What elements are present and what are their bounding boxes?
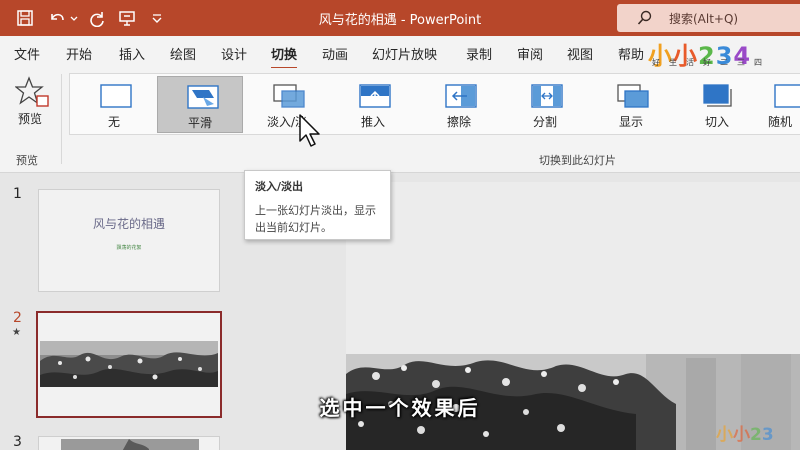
tab-slideshow[interactable]: 幻灯片放映: [372, 44, 437, 63]
tab-transitions[interactable]: 切换: [271, 44, 298, 70]
video-caption: 选中一个效果后: [319, 396, 481, 420]
cut-transition-icon: [703, 84, 732, 107]
transitions-group-label: 切换到此幻灯片: [539, 154, 616, 167]
group-divider: [61, 74, 62, 164]
effect-wipe[interactable]: 擦除: [416, 76, 502, 133]
slide-subtitle: 飘荡的花絮: [116, 245, 142, 251]
slide-3-preview: [61, 439, 199, 450]
star-icon: [15, 76, 49, 107]
random-transition-icon: [774, 84, 800, 108]
search-box[interactable]: 搜索(Alt+Q): [617, 4, 800, 32]
split-transition-icon: [531, 84, 563, 108]
tab-design[interactable]: 设计: [221, 44, 247, 63]
redo-icon[interactable]: [86, 7, 108, 29]
tab-view[interactable]: 视图: [567, 44, 593, 63]
slide-number: 1: [13, 186, 22, 202]
effect-split[interactable]: 分割: [502, 76, 588, 133]
push-transition-icon: [359, 84, 391, 108]
effect-cut[interactable]: 切入: [674, 76, 760, 133]
snow-photo: [40, 341, 218, 387]
tab-file[interactable]: 文件: [14, 44, 40, 63]
tab-record[interactable]: 录制: [466, 44, 492, 63]
fade-transition-icon: [273, 84, 305, 108]
watermark-logo: 小小234 好生活好二三四: [648, 42, 771, 70]
undo-dropdown-icon[interactable]: [68, 7, 80, 29]
tooltip-title: 淡入/淡出: [255, 180, 304, 193]
slide-number: 2: [13, 310, 22, 326]
ribbon: 预览 预览 无 平滑 淡入/淡 推入 擦除 分割 显示 切入 随机 切换到此幻灯…: [0, 68, 800, 173]
wipe-transition-icon: [445, 84, 477, 108]
tab-home[interactable]: 开始: [66, 44, 92, 63]
tab-help[interactable]: 帮助: [618, 44, 644, 63]
tab-insert[interactable]: 插入: [119, 44, 145, 63]
tab-animations[interactable]: 动画: [322, 44, 348, 63]
save-icon[interactable]: [14, 7, 36, 29]
transition-tooltip: 淡入/淡出 上一张幻灯片淡出，显示出当前幻灯片。: [244, 170, 391, 240]
undo-icon[interactable]: [46, 7, 68, 29]
slide-number: 3: [13, 434, 22, 450]
mouse-cursor-icon: [299, 114, 320, 147]
effect-random[interactable]: 随机: [760, 76, 800, 133]
transition-star-icon: ★: [12, 327, 21, 338]
customize-dropdown-icon[interactable]: [146, 7, 168, 29]
slide-title: 风与花的相遇: [92, 217, 165, 231]
presentation-icon[interactable]: [116, 7, 138, 29]
effect-morph[interactable]: 平滑: [157, 76, 243, 133]
watermark-logo-small: 小小23: [716, 425, 774, 445]
slide-thumbnail-1[interactable]: 风与花的相遇 飘荡的花絮: [38, 189, 220, 292]
transition-gallery: 无 平滑 淡入/淡 推入 擦除 分割 显示 切入 随机: [69, 73, 800, 135]
morph-transition-icon: [187, 85, 219, 109]
tab-review[interactable]: 审阅: [517, 44, 543, 63]
search-icon: [637, 10, 652, 25]
effect-reveal[interactable]: 显示: [588, 76, 674, 133]
search-label: 搜索(Alt+Q): [669, 11, 739, 26]
preview-label: 预览: [18, 112, 43, 126]
effect-none[interactable]: 无: [71, 76, 157, 133]
slide-thumbnail-3[interactable]: [38, 436, 220, 450]
reveal-transition-icon: [617, 84, 649, 108]
tab-draw[interactable]: 绘图: [170, 44, 196, 63]
title-bar: 风与花的相遇 - PowerPoint 搜索(Alt+Q): [0, 0, 800, 36]
none-transition-icon: [100, 84, 132, 108]
effect-push[interactable]: 推入: [330, 76, 416, 133]
tooltip-body: 上一张幻灯片淡出，显示出当前幻灯片。: [255, 204, 376, 234]
